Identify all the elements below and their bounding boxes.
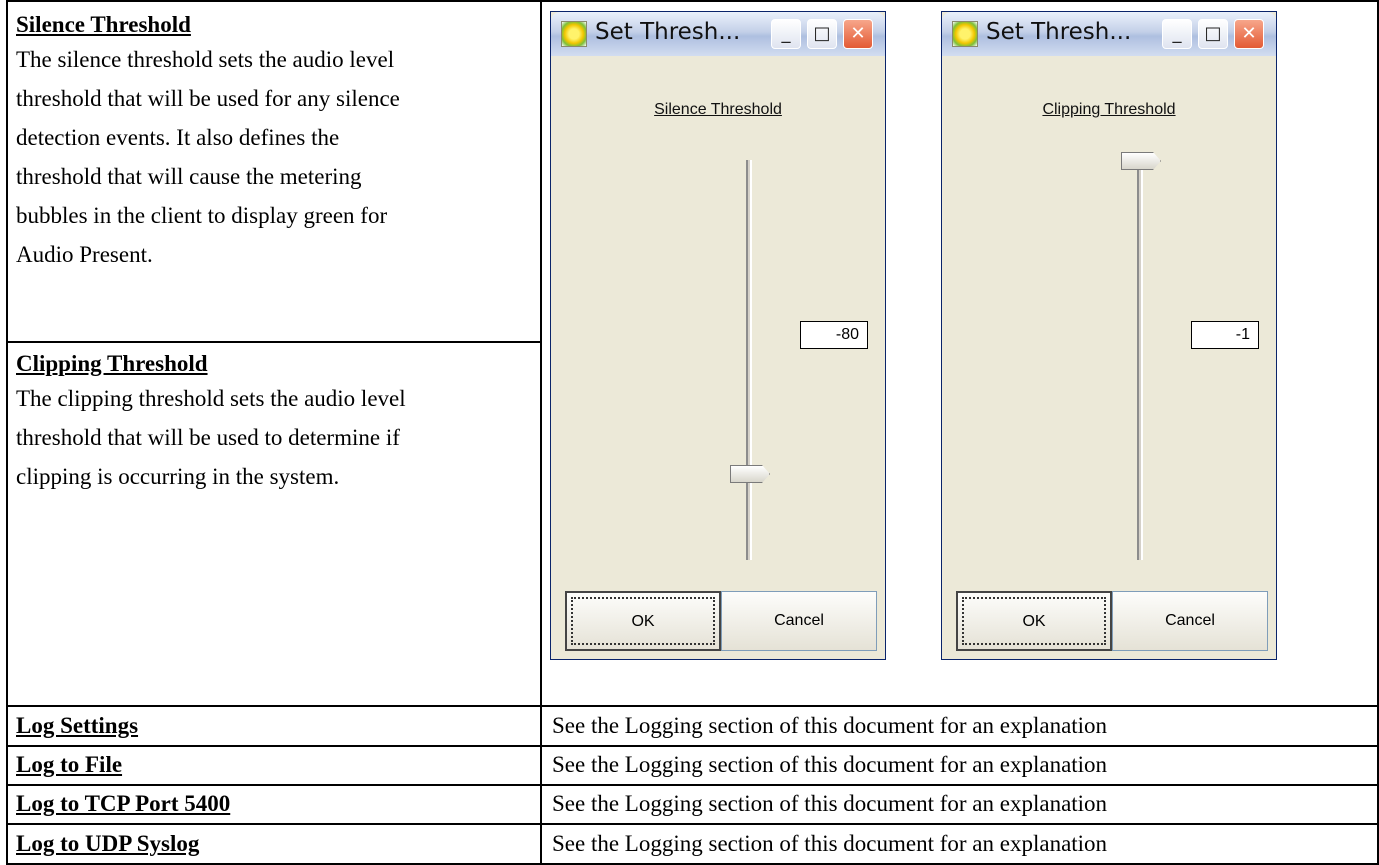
- threshold-label: Silence Threshold: [654, 101, 782, 118]
- clipping-threshold-cell: Clipping Threshold The clipping threshol…: [16, 349, 536, 496]
- row-label: Log Settings: [16, 713, 139, 738]
- silence-description-line: threshold that will be used for any sile…: [16, 86, 400, 111]
- clipping-threshold-dialog: Set Thresh... _ □ ✕ Clipping Threshold -…: [941, 11, 1277, 660]
- dialog-titlebar[interactable]: Set Thresh... _ □ ✕: [551, 12, 885, 56]
- row-label: Log to File: [16, 752, 123, 777]
- table-row: Log to TCP Port 5400: [6, 786, 540, 823]
- close-button[interactable]: ✕: [843, 19, 873, 49]
- silence-threshold-heading: Silence Threshold: [16, 12, 191, 37]
- table-row: See the Logging section of this document…: [542, 825, 1377, 863]
- silence-description-line: Audio Present.: [16, 242, 153, 267]
- silence-description-line: The silence threshold sets the audio lev…: [16, 47, 395, 72]
- cell-divider: [6, 341, 542, 343]
- row-description: See the Logging section of this document…: [552, 791, 1108, 816]
- clipping-description-line: clipping is occurring in the system.: [16, 464, 340, 489]
- dialog-title: Set Thresh...: [595, 19, 741, 45]
- ok-button[interactable]: OK: [956, 591, 1112, 651]
- table-row: See the Logging section of this document…: [542, 786, 1377, 823]
- silence-threshold-cell: Silence Threshold The silence threshold …: [16, 10, 536, 274]
- cancel-button[interactable]: Cancel: [1112, 591, 1268, 651]
- threshold-slider-track[interactable]: [1137, 160, 1143, 560]
- minimize-button[interactable]: _: [1162, 19, 1192, 49]
- dialog-client-area: Clipping Threshold -1 OK Cancel: [946, 56, 1272, 655]
- close-button[interactable]: ✕: [1234, 19, 1264, 49]
- threshold-label: Clipping Threshold: [1042, 101, 1176, 118]
- minimize-icon: _: [1172, 23, 1182, 44]
- maximize-icon: □: [1204, 23, 1222, 44]
- close-icon: ✕: [1241, 23, 1257, 44]
- dialog-title: Set Thresh...: [986, 19, 1132, 45]
- dialog-titlebar[interactable]: Set Thresh... _ □ ✕: [942, 12, 1276, 56]
- minimize-button[interactable]: _: [771, 19, 801, 49]
- silence-description-line: detection events. It also defines the: [16, 125, 340, 150]
- dialog-client-area: Silence Threshold -80 OK Cancel: [555, 56, 881, 655]
- table-row: Log to File: [6, 747, 540, 784]
- silence-description-line: bubbles in the client to display green f…: [16, 203, 388, 228]
- row-description: See the Logging section of this document…: [552, 752, 1108, 777]
- table-border-top: [6, 0, 1379, 2]
- cancel-button[interactable]: Cancel: [721, 591, 877, 651]
- threshold-value-field[interactable]: -1: [1191, 321, 1259, 349]
- ok-button[interactable]: OK: [565, 591, 721, 651]
- table-row: See the Logging section of this document…: [542, 707, 1377, 745]
- maximize-button[interactable]: □: [807, 19, 837, 49]
- app-icon: [952, 21, 978, 47]
- row-label: Log to UDP Syslog: [16, 831, 200, 856]
- clipping-description-line: threshold that will be used to determine…: [16, 425, 400, 450]
- minimize-icon: _: [781, 23, 791, 44]
- app-icon: [561, 21, 587, 47]
- threshold-slider-thumb[interactable]: [730, 465, 770, 483]
- threshold-value-field[interactable]: -80: [800, 321, 868, 349]
- silence-description-line: threshold that will cause the metering: [16, 164, 362, 189]
- close-icon: ✕: [850, 23, 866, 44]
- threshold-slider-thumb[interactable]: [1121, 152, 1161, 170]
- silence-threshold-dialog: Set Thresh... _ □ ✕ Silence Threshold -8…: [550, 11, 886, 660]
- table-row: Log to UDP Syslog: [6, 825, 540, 863]
- table-row: Log Settings: [6, 707, 540, 745]
- table-row: See the Logging section of this document…: [542, 747, 1377, 784]
- row-description: See the Logging section of this document…: [552, 831, 1108, 856]
- clipping-threshold-heading: Clipping Threshold: [16, 351, 208, 376]
- settings-table: Silence Threshold The silence threshold …: [6, 0, 1379, 865]
- row-label: Log to TCP Port 5400: [16, 791, 231, 816]
- maximize-button[interactable]: □: [1198, 19, 1228, 49]
- threshold-slider-track[interactable]: [746, 160, 752, 560]
- maximize-icon: □: [813, 23, 831, 44]
- row-description: See the Logging section of this document…: [552, 713, 1108, 738]
- clipping-description-line: The clipping threshold sets the audio le…: [16, 386, 406, 411]
